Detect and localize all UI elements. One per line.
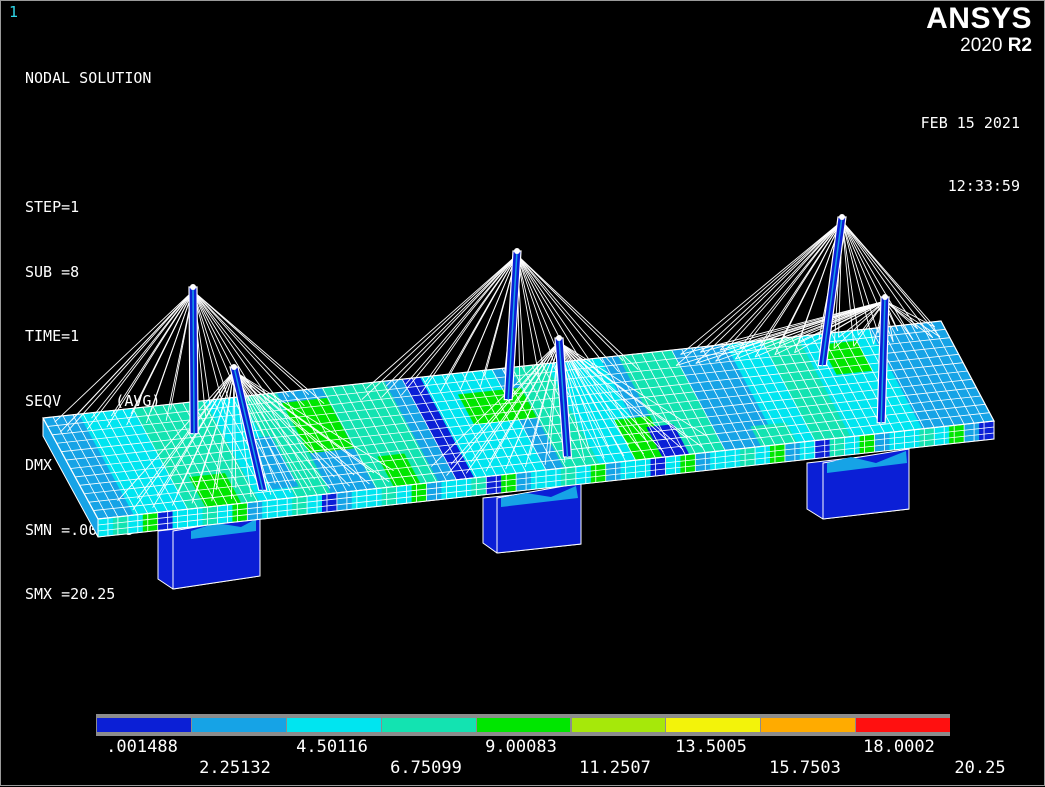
front-face-band xyxy=(919,427,935,448)
legend-swatch xyxy=(286,718,381,732)
front-face-band xyxy=(665,455,681,475)
front-face-band xyxy=(142,512,158,533)
front-face-band xyxy=(710,450,726,471)
front-face-band xyxy=(307,494,322,515)
legend-label: 18.0002 xyxy=(863,737,935,757)
stay-cable xyxy=(516,254,639,370)
front-face-band xyxy=(322,492,337,513)
legend-swatch xyxy=(761,718,856,732)
front-face-band xyxy=(979,421,994,441)
legend-label: 4.50116 xyxy=(296,737,368,757)
front-face-band xyxy=(904,429,920,449)
stay-cable xyxy=(884,300,935,328)
front-face-band xyxy=(531,470,546,490)
front-face-band xyxy=(620,460,636,480)
front-face-band xyxy=(486,474,502,495)
front-face-band xyxy=(695,452,711,472)
front-face-band xyxy=(755,445,770,466)
pylon-top-node xyxy=(231,364,237,370)
legend-label: .001488 xyxy=(106,737,178,757)
front-face-band xyxy=(949,424,965,444)
pylon-top-node xyxy=(556,335,562,341)
legend-label: 9.00083 xyxy=(485,737,557,757)
pylon-top-node xyxy=(839,214,845,220)
front-face-band xyxy=(232,502,248,523)
front-face-band xyxy=(411,483,427,503)
stay-cable xyxy=(385,254,518,387)
front-face-band xyxy=(934,425,950,446)
front-face-band xyxy=(366,487,382,508)
front-face-band xyxy=(605,461,621,482)
front-face-band xyxy=(172,509,188,529)
stay-cable xyxy=(841,220,914,341)
front-face-band xyxy=(516,471,532,492)
legend-label: 20.25 xyxy=(954,758,1006,778)
front-face-band xyxy=(575,465,591,485)
front-face-band xyxy=(770,443,785,464)
front-face-band xyxy=(501,473,517,493)
front-face-band xyxy=(590,463,606,484)
front-face-band xyxy=(964,422,980,443)
front-face-band xyxy=(456,478,472,498)
front-face-band xyxy=(381,486,397,506)
front-face-band xyxy=(112,515,128,536)
front-face-band xyxy=(157,510,173,531)
legend-label: 15.7503 xyxy=(769,758,841,778)
front-face-band xyxy=(829,437,845,457)
pier-right xyxy=(806,448,910,520)
pylon-top-node xyxy=(882,294,888,300)
front-face-band xyxy=(127,514,143,534)
stay-cable xyxy=(192,290,270,400)
legend-swatch xyxy=(381,718,476,732)
stay-cable xyxy=(91,290,194,419)
front-face-band xyxy=(471,476,487,497)
front-face-band xyxy=(277,497,293,518)
legend-label: 6.75099 xyxy=(390,758,462,778)
front-face-band xyxy=(187,507,203,528)
front-face-band xyxy=(784,442,800,462)
front-face-band xyxy=(844,435,860,456)
front-face-band xyxy=(217,504,233,524)
front-face-band xyxy=(889,430,905,451)
front-face-band xyxy=(351,489,367,510)
front-face-band xyxy=(426,481,442,502)
pylon-top-node xyxy=(190,284,196,290)
pylon-top-node xyxy=(514,248,520,254)
legend-swatch xyxy=(476,718,571,732)
stay-cable xyxy=(130,290,194,415)
front-face-band xyxy=(680,453,696,474)
legend-label: 2.25132 xyxy=(199,758,271,778)
front-face-band xyxy=(396,484,412,505)
legend-swatch xyxy=(191,718,286,732)
bridge-model-view[interactable] xyxy=(1,1,1045,787)
stay-cable xyxy=(71,290,194,421)
front-face-band xyxy=(799,440,815,461)
front-face-band xyxy=(292,496,308,516)
front-face-band xyxy=(740,447,756,467)
legend-swatch xyxy=(856,718,951,732)
legend-label: 11.2507 xyxy=(579,758,651,778)
front-face-band xyxy=(635,458,651,479)
front-face-band xyxy=(814,438,830,459)
graphics-window[interactable]: 1 NODAL SOLUTION STEP=1 SUB =8 TIME=1 SE… xyxy=(0,0,1045,786)
front-face-band xyxy=(262,499,278,520)
front-face-band xyxy=(650,456,666,477)
front-face-band xyxy=(725,448,741,469)
front-face-band xyxy=(546,468,561,488)
legend-swatch xyxy=(571,718,666,732)
stay-cable xyxy=(405,254,518,385)
legend-swatch xyxy=(666,718,761,732)
front-face-band xyxy=(98,517,113,537)
front-face-band xyxy=(441,479,457,500)
legend-swatch xyxy=(97,718,191,732)
front-face-band xyxy=(202,505,218,526)
front-face-band xyxy=(336,491,352,511)
legend-label: 13.5005 xyxy=(675,737,747,757)
stay-cable xyxy=(366,254,518,389)
contour-legend-bar xyxy=(96,714,951,736)
front-face-band xyxy=(874,432,890,453)
front-face-band xyxy=(560,466,576,487)
front-face-band xyxy=(247,501,263,521)
front-face-band xyxy=(859,434,875,454)
